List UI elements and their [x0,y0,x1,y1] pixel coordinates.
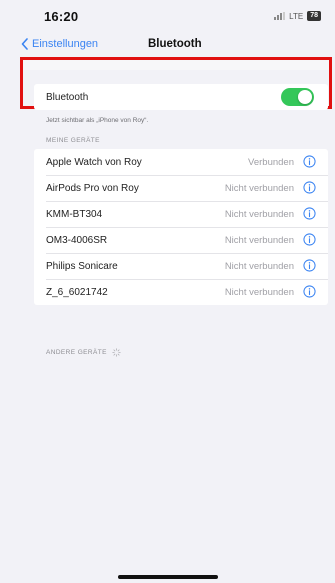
my-devices-header-label: MEINE GERÄTE [46,137,100,144]
info-icon[interactable] [303,285,316,298]
device-name: KMM-BT304 [46,208,103,220]
device-name: Apple Watch von Roy [46,156,142,168]
network-type: LTE [289,11,304,21]
my-devices-header: MEINE GERÄTE [46,137,100,144]
bluetooth-group: Bluetooth [34,84,328,110]
other-devices-header-label: ANDERE GERÄTE [46,349,107,356]
info-icon[interactable] [303,207,316,220]
device-row[interactable]: KMM-BT304 Nicht verbunden [34,201,328,227]
device-status: Verbunden [248,156,294,168]
battery-icon: 78 [307,11,321,21]
device-name: AirPods Pro von Roy [46,182,139,194]
device-status: Nicht verbunden [224,260,294,272]
bluetooth-label: Bluetooth [46,91,89,103]
status-time: 16:20 [44,9,79,24]
bluetooth-toggle[interactable] [281,88,314,106]
home-indicator[interactable] [118,575,218,579]
device-row[interactable]: Apple Watch von Roy Verbunden [34,149,328,175]
device-status: Nicht verbunden [224,234,294,246]
device-row[interactable]: OM3-4006SR Nicht verbunden [34,227,328,253]
info-icon[interactable] [303,181,316,194]
my-devices-list: Apple Watch von Roy Verbunden AirPods Pr… [34,149,328,305]
info-icon[interactable] [303,233,316,246]
device-status: Nicht verbunden [224,208,294,220]
device-status: Nicht verbunden [224,182,294,194]
chevron-left-icon [21,38,28,50]
navigation-bar: Einstellungen Bluetooth [0,34,335,56]
device-name: Philips Sonicare [46,260,118,272]
back-button-label: Einstellungen [32,38,99,50]
info-icon[interactable] [303,259,316,272]
status-indicators: LTE 78 [274,11,321,21]
status-bar: 16:20 LTE 78 [0,0,335,34]
back-button[interactable]: Einstellungen [21,38,98,50]
device-row[interactable]: AirPods Pro von Roy Nicht verbunden [34,175,328,201]
device-name: Z_6_6021742 [46,286,108,298]
device-status: Nicht verbunden [224,286,294,298]
bluetooth-row[interactable]: Bluetooth [34,84,328,110]
signal-icon [274,12,286,20]
page-title: Bluetooth [148,38,202,50]
spinner-icon [112,348,121,357]
other-devices-header: ANDERE GERÄTE [46,348,121,357]
visibility-caption: Jetzt sichtbar als „iPhone von Roy“. [46,117,149,124]
info-icon[interactable] [303,155,316,168]
device-name: OM3-4006SR [46,234,108,246]
device-row[interactable]: Philips Sonicare Nicht verbunden [34,253,328,279]
toggle-knob [298,90,312,104]
device-row[interactable]: Z_6_6021742 Nicht verbunden [34,279,328,305]
